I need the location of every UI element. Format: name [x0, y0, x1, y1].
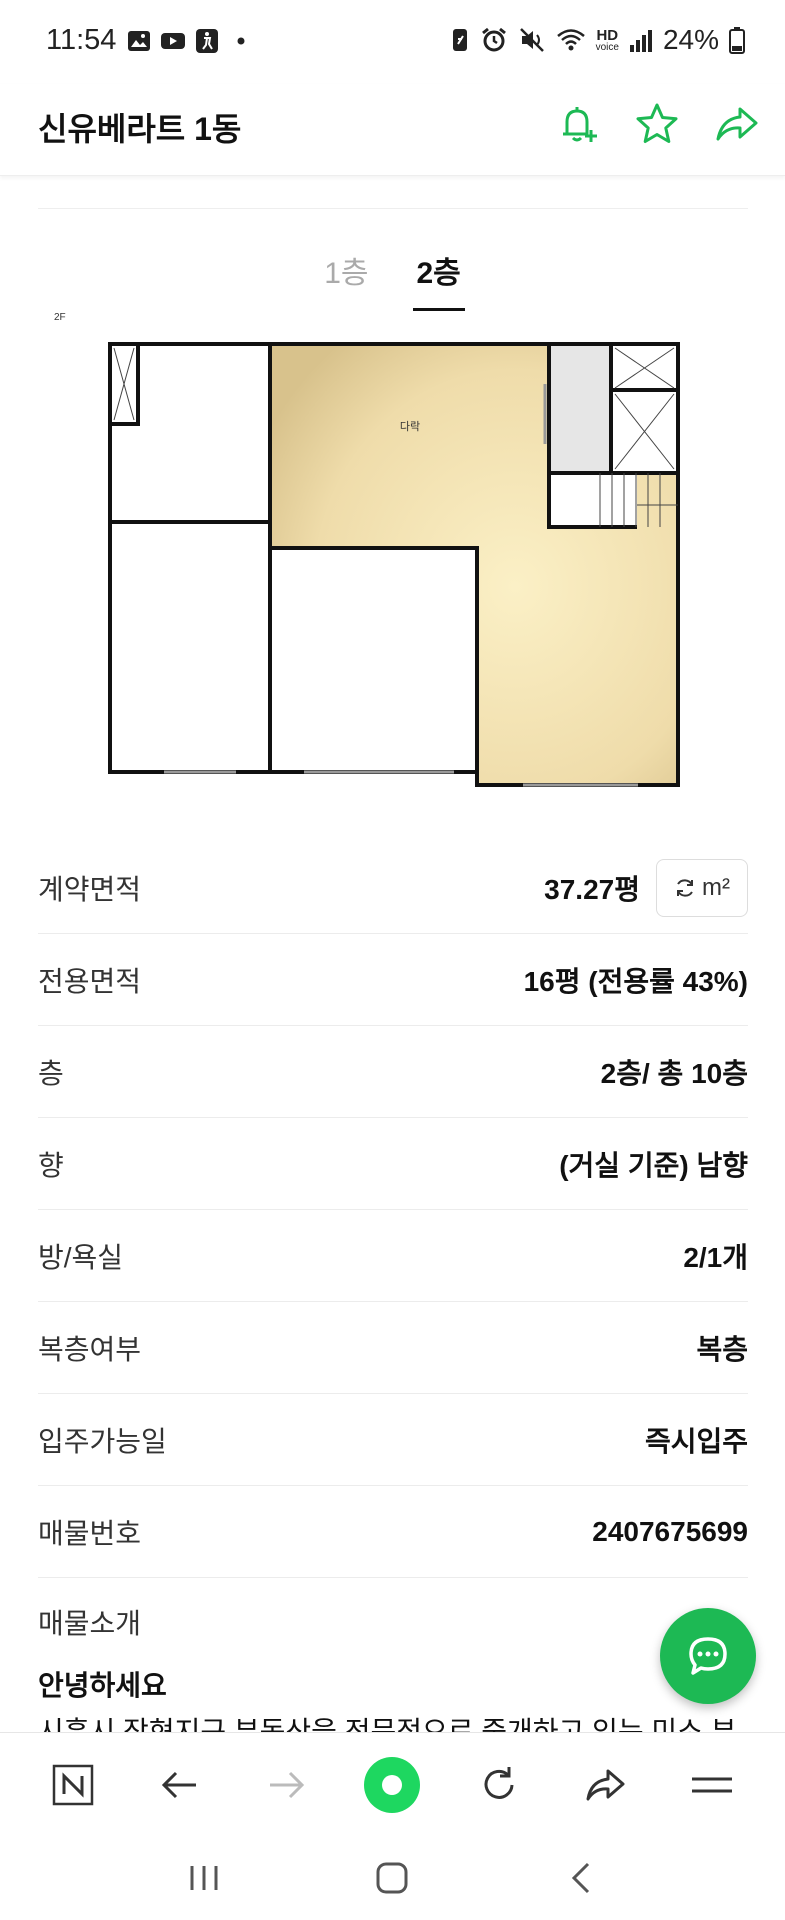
tab-floor-2[interactable]: 2층 — [412, 240, 465, 311]
detail-value: 37.27평 m² — [544, 858, 748, 917]
detail-value: 16평 (전용률 43%) — [523, 965, 748, 997]
recent-apps-icon — [190, 1866, 218, 1890]
white-room-top-left — [110, 344, 270, 522]
detail-row-duplex: 복층여부 복층 — [38, 1302, 748, 1394]
detail-label: 향 — [38, 1149, 64, 1181]
header-actions — [551, 98, 763, 150]
white-room-bottom-left — [110, 522, 270, 772]
voice-text: voice — [595, 41, 619, 53]
detail-row-contract-area: 계약면적 37.27평 m² — [38, 842, 748, 934]
floorplan-floor-label: 2F — [54, 312, 66, 323]
detail-row-listing-number: 매물번호 2407675699 — [38, 1486, 748, 1578]
intro-heading: 안녕하세요 — [38, 1670, 167, 1701]
listing-intro: 매물소개 안녕하세요 시흥시 장현지구 부동산을 전문적으로 중개하고 있는 미… — [38, 1602, 748, 1744]
detail-label: 계약면적 — [38, 873, 142, 905]
chat-button[interactable] — [660, 1608, 756, 1704]
detail-row-exclusive-area: 전용면적 16평 (전용률 43%) — [38, 934, 748, 1026]
naver-home-button[interactable] — [43, 1755, 103, 1815]
floorplan-room-label: 다락 — [400, 420, 420, 433]
detail-value: 복층 — [696, 1333, 748, 1365]
back-icon — [571, 1862, 589, 1894]
detail-row-floor: 층 2층/ 총 10층 — [38, 1026, 748, 1118]
stair-closet — [549, 344, 611, 473]
chat-bubble-icon — [689, 1637, 727, 1675]
back-arrow-icon — [161, 1771, 196, 1798]
section-divider — [38, 208, 748, 209]
tab-floor-1[interactable]: 1층 — [320, 240, 372, 311]
detail-value: 즉시입주 — [644, 1425, 748, 1457]
forward-arrow-icon — [270, 1771, 305, 1798]
green-dot-button[interactable] — [362, 1755, 422, 1815]
notification-add-icon — [563, 107, 597, 142]
menu-icon — [691, 1777, 732, 1792]
detail-value: (거실 기준) 남향 — [559, 1149, 748, 1181]
home-button[interactable] — [362, 1848, 422, 1908]
detail-label: 매물번호 — [38, 1517, 142, 1549]
detail-label: 층 — [38, 1057, 64, 1089]
detail-label: 전용면적 — [38, 965, 142, 997]
refresh-icon — [677, 878, 693, 897]
notification-add-button[interactable] — [551, 98, 603, 150]
wifi-icon — [556, 29, 585, 51]
system-back-button[interactable] — [551, 1848, 611, 1908]
naver-home-icon — [52, 1764, 94, 1805]
share-page-button[interactable] — [575, 1755, 635, 1815]
status-bar: 11:54 HD voice 24% — [0, 0, 785, 84]
floorplan-drawing: 다락 — [108, 342, 680, 787]
intro-label: 매물소개 — [38, 1608, 142, 1639]
detail-label: 복층여부 — [38, 1333, 142, 1365]
battery-saver-icon — [452, 29, 467, 51]
unit-toggle-label: m² — [702, 873, 730, 901]
detail-row-direction: 향 (거실 기준) 남향 — [38, 1118, 748, 1210]
status-system-icons: HD voice 24% — [450, 24, 745, 56]
battery-icon — [729, 27, 745, 54]
accessibility-icon — [196, 29, 218, 53]
detail-row-rooms-baths: 방/욕실 2/1개 — [38, 1210, 748, 1302]
alarm-icon — [481, 27, 506, 52]
status-time: 11:54 — [46, 24, 117, 56]
unit-toggle-button[interactable]: m² — [656, 858, 748, 917]
browser-toolbar — [0, 1732, 785, 1836]
green-dot-icon — [364, 1756, 421, 1813]
detail-value: 2407675699 — [592, 1515, 748, 1547]
detail-value: 2/1개 — [683, 1241, 748, 1273]
detail-value: 2층/ 총 10층 — [600, 1057, 748, 1089]
share-button[interactable] — [711, 98, 763, 150]
property-details: 계약면적 37.27평 m² 전용면적 16평 (전용률 43%) 층 2층/ … — [38, 842, 748, 1578]
refresh-icon — [484, 1766, 514, 1799]
status-notification-icons — [126, 28, 254, 54]
battery-percent: 24% — [662, 24, 719, 55]
dot-icon — [237, 37, 245, 45]
detail-label: 입주가능일 — [38, 1425, 167, 1457]
floorplan: 2F 다락 — [40, 310, 700, 800]
hd-voice-label: HD voice — [596, 28, 619, 53]
page-title: 신유베라트 1동 — [38, 111, 242, 147]
system-nav-bar — [0, 1836, 785, 1920]
menu-button[interactable] — [682, 1755, 742, 1815]
white-room-center — [270, 548, 477, 772]
app-header: 신유베라트 1동 — [0, 84, 785, 176]
back-button[interactable] — [150, 1755, 210, 1815]
share-icon — [716, 107, 758, 141]
mute-icon — [519, 28, 544, 52]
hd-text: HD — [596, 26, 619, 44]
share-icon — [586, 1769, 625, 1800]
contract-area-value: 37.27평 — [544, 873, 640, 905]
youtube-icon — [161, 33, 185, 49]
favorite-button[interactable] — [631, 98, 683, 150]
signal-icon — [629, 30, 652, 52]
recent-apps-button[interactable] — [174, 1848, 234, 1908]
detail-row-move-in: 입주가능일 즉시입주 — [38, 1394, 748, 1486]
refresh-button[interactable] — [469, 1755, 529, 1815]
home-icon — [376, 1862, 408, 1894]
gallery-icon — [128, 31, 150, 51]
detail-label: 방/욕실 — [38, 1241, 124, 1273]
star-icon — [636, 103, 678, 143]
floor-tabs: 1층 2층 — [0, 240, 785, 311]
forward-button[interactable] — [256, 1755, 316, 1815]
shaft-room — [611, 344, 678, 473]
